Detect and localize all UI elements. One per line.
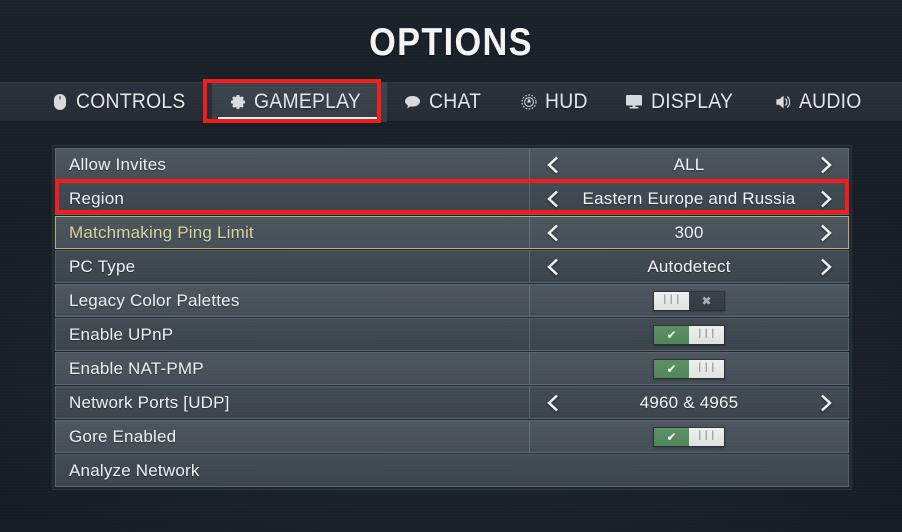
toggle-switch-legacy-color-palettes[interactable]: ||| ✖ [653, 290, 725, 311]
toggle-on-side: ✔ [654, 359, 689, 378]
toggle-wrap: ✔ ||| [538, 324, 840, 345]
setting-label-enable-upnp: Enable UPnP [69, 324, 174, 344]
mouse-icon [51, 94, 68, 111]
setting-row-allow-invites[interactable]: Allow Invites ALL [55, 148, 849, 181]
toggle-wrap: ✔ ||| [538, 358, 840, 379]
toggle-knob: ||| [654, 291, 689, 310]
setting-control-network-ports-udp: 4960 & 4965 [529, 387, 848, 418]
tab-display[interactable]: DISPLAY [609, 82, 757, 122]
setting-row-legacy-color-palettes[interactable]: Legacy Color Palettes ||| ✖ [55, 284, 849, 317]
tab-label: CHAT [429, 90, 482, 113]
tab-controls[interactable]: CONTROLS [34, 82, 212, 122]
tab-chat[interactable]: CHAT [387, 82, 503, 122]
tab-label: HUD [545, 90, 588, 113]
setting-value-pc-type: Autodetect [647, 256, 731, 276]
setting-label-pc-type: PC Type [69, 256, 136, 276]
setting-control-region: Eastern Europe and Russia [529, 183, 848, 214]
increment-arrow-region[interactable] [814, 190, 840, 208]
setting-label-allow-invites: Allow Invites [69, 154, 167, 174]
setting-row-enable-nat-pmp[interactable]: Enable NAT-PMP ✔ ||| [55, 352, 849, 385]
decrement-arrow-region[interactable] [538, 190, 564, 208]
page-title: OPTIONS [369, 21, 533, 64]
setting-row-pc-type[interactable]: PC Type Autodetect [55, 250, 849, 283]
tab-gameplay[interactable]: GAMEPLAY [212, 82, 388, 122]
tab-hud[interactable]: HUD [503, 82, 608, 122]
setting-row-gore-enabled[interactable]: Gore Enabled ✔ ||| [55, 420, 849, 453]
tab-bar: CONTROLS GAMEPLAY CHAT HUD DISPLAY AUDIO [0, 82, 902, 122]
increment-arrow-matchmaking-ping-limit[interactable] [814, 224, 840, 242]
setting-label-matchmaking-ping-limit: Matchmaking Ping Limit [69, 222, 254, 242]
tab-label: GAMEPLAY [254, 90, 362, 113]
setting-row-matchmaking-ping-limit[interactable]: Matchmaking Ping Limit 300 [55, 216, 849, 249]
setting-label-enable-nat-pmp: Enable NAT-PMP [69, 358, 204, 378]
gear-icon [229, 94, 246, 111]
toggle-on-side: ✔ [654, 325, 689, 344]
setting-control-matchmaking-ping-limit: 300 [529, 217, 848, 248]
setting-label-region: Region [69, 188, 125, 208]
tab-label: AUDIO [798, 90, 862, 113]
decrement-arrow-allow-invites[interactable] [538, 156, 564, 174]
increment-arrow-allow-invites[interactable] [814, 156, 840, 174]
setting-control-allow-invites: ALL [529, 149, 848, 180]
toggle-knob: ||| [689, 359, 724, 378]
decrement-arrow-network-ports-udp[interactable] [538, 394, 564, 412]
setting-control-pc-type: Autodetect [529, 251, 848, 282]
compass-icon [520, 94, 537, 111]
toggle-switch-enable-nat-pmp[interactable]: ✔ ||| [653, 358, 725, 379]
toggle-switch-gore-enabled[interactable]: ✔ ||| [653, 426, 725, 447]
increment-arrow-network-ports-udp[interactable] [814, 394, 840, 412]
speech-bubble-icon [404, 94, 421, 111]
toggle-on-side: ✔ [654, 427, 689, 446]
decrement-arrow-pc-type[interactable] [538, 258, 564, 276]
setting-control-enable-nat-pmp: ✔ ||| [529, 353, 848, 384]
setting-row-enable-upnp[interactable]: Enable UPnP ✔ ||| [55, 318, 849, 351]
tab-label: CONTROLS [76, 90, 186, 113]
setting-row-region[interactable]: Region Eastern Europe and Russia [55, 182, 849, 215]
toggle-knob: ||| [689, 427, 724, 446]
setting-label-network-ports-udp: Network Ports [UDP] [69, 392, 230, 412]
toggle-wrap: ||| ✖ [538, 290, 840, 311]
setting-value-region: Eastern Europe and Russia [582, 188, 796, 208]
setting-label-analyze-network: Analyze Network [69, 460, 200, 480]
decrement-arrow-matchmaking-ping-limit[interactable] [538, 224, 564, 242]
setting-value-allow-invites: ALL [673, 154, 705, 174]
setting-value-matchmaking-ping-limit: 300 [674, 222, 704, 242]
monitor-icon [626, 94, 643, 111]
tab-audio[interactable]: AUDIO [757, 82, 884, 122]
setting-label-gore-enabled: Gore Enabled [69, 426, 177, 446]
toggle-off-side: ✖ [689, 291, 724, 310]
setting-value-network-ports-udp: 4960 & 4965 [639, 392, 739, 412]
setting-row-analyze-network[interactable]: Analyze Network [55, 454, 849, 487]
setting-control-legacy-color-palettes: ||| ✖ [529, 285, 848, 316]
options-screen: OPTIONS CONTROLS GAMEPLAY CHAT HUD DISPLAY AU… [0, 0, 902, 532]
tab-label: DISPLAY [650, 90, 733, 113]
setting-control-gore-enabled: ✔ ||| [529, 421, 848, 452]
increment-arrow-pc-type[interactable] [814, 258, 840, 276]
options-panel: Allow Invites ALL Region Eastern Europe and… [52, 145, 852, 490]
toggle-switch-enable-upnp[interactable]: ✔ ||| [653, 324, 725, 345]
speaker-icon [774, 94, 791, 111]
title-bar: OPTIONS [0, 0, 902, 82]
setting-control-enable-upnp: ✔ ||| [529, 319, 848, 350]
setting-row-network-ports-udp[interactable]: Network Ports [UDP] 4960 & 4965 [55, 386, 849, 419]
toggle-wrap: ✔ ||| [538, 426, 840, 447]
setting-label-legacy-color-palettes: Legacy Color Palettes [69, 290, 240, 310]
toggle-knob: ||| [689, 325, 724, 344]
